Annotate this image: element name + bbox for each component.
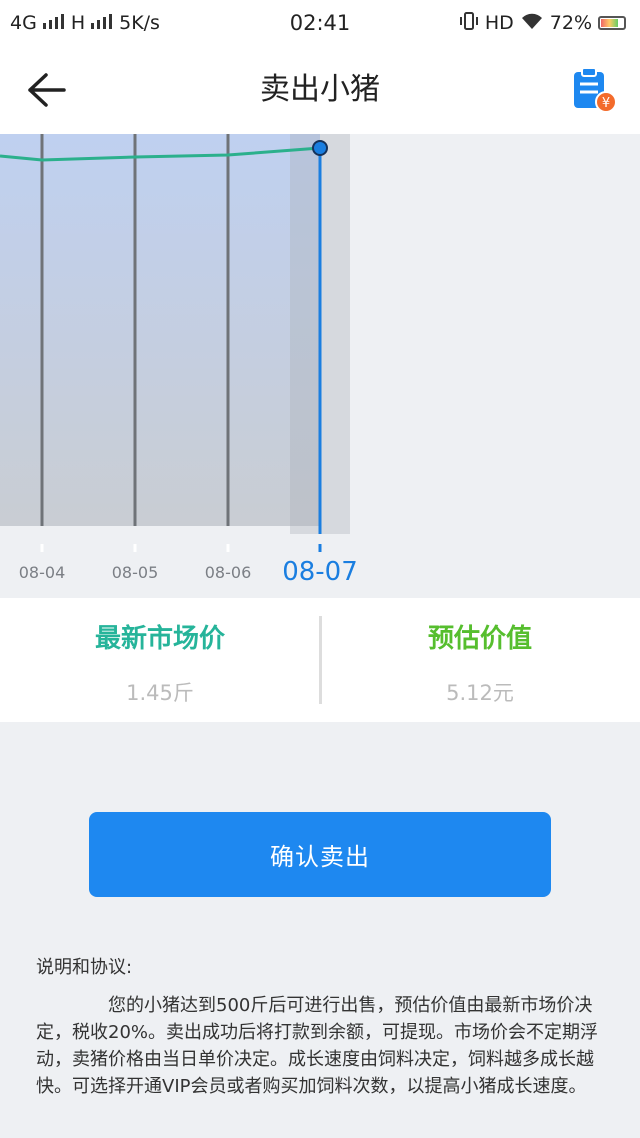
wifi-icon [520, 12, 544, 35]
market-price-label: 最新市场价 [94, 624, 225, 654]
x-tick-label[interactable]: 08-04 [19, 563, 66, 582]
price-chart[interactable]: 08-04 08-05 08-06 08-07 [0, 134, 640, 598]
battery-percent: 72% [549, 12, 592, 34]
nav-bar: 卖出小猪 ¥ [0, 46, 640, 134]
confirm-sell-button[interactable]: 确认卖出 [89, 812, 551, 897]
hd-label: HD [484, 12, 514, 34]
notes-title: 说明和协议: [36, 957, 133, 978]
estimated-value-block: 预估价值 5.12元 [320, 598, 640, 722]
notes-section: 说明和协议: 您的小猪达到500斤后可进行出售，预估价值由最新市场价决定，税收2… [36, 954, 606, 1100]
x-axis: 08-04 08-05 08-06 08-07 [19, 544, 358, 587]
notes-body: 您的小猪达到500斤后可进行出售，预估价值由最新市场价决定，税收20%。卖出成功… [36, 995, 599, 1097]
x-tick-label-selected[interactable]: 08-07 [282, 557, 358, 587]
status-right: HD 72% [459, 11, 626, 36]
network-type-2: H [70, 12, 86, 34]
status-bar: 4G H 5K/s 02:41 HD 72% [0, 0, 640, 46]
estimated-value-label: 预估价值 [427, 624, 532, 654]
net-speed: 5K/s [119, 12, 160, 34]
chart-area-fill [0, 134, 320, 526]
order-list-button[interactable]: ¥ [570, 66, 618, 114]
market-price-value: 1.45斤 [126, 681, 194, 705]
signal-icon [91, 12, 113, 34]
divider [319, 616, 322, 704]
x-tick-label[interactable]: 08-05 [112, 563, 159, 582]
order-list-icon: ¥ [574, 67, 617, 113]
page-title: 卖出小猪 [260, 72, 380, 107]
svg-text:¥: ¥ [602, 96, 610, 111]
price-panel: 最新市场价 1.45斤 预估价值 5.12元 [0, 598, 640, 722]
estimated-value-value: 5.12元 [446, 681, 514, 705]
vibrate-icon [459, 11, 479, 36]
x-tick-label[interactable]: 08-06 [205, 563, 252, 582]
network-type: 4G [10, 12, 37, 34]
market-price-block: 最新市场价 1.45斤 [0, 598, 320, 722]
battery-icon [598, 16, 626, 30]
signal-icon [42, 12, 65, 34]
status-left: 4G H 5K/s [10, 12, 160, 34]
cursor-point[interactable] [312, 140, 328, 156]
price-chart-svg: 08-04 08-05 08-06 08-07 [0, 134, 358, 587]
